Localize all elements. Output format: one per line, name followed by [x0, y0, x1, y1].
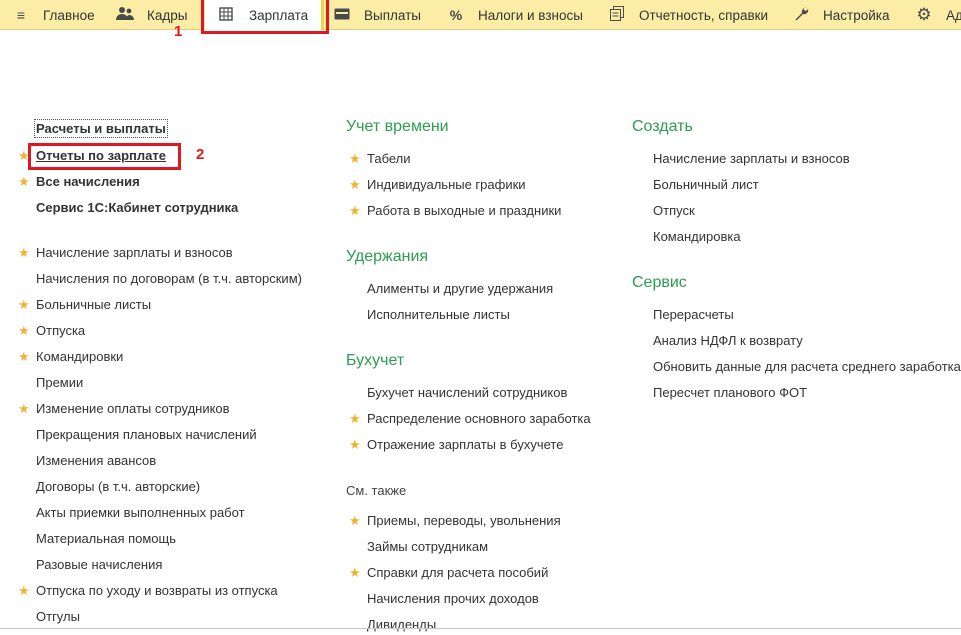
link-service-item[interactable]: Пересчет планового ФОТ	[653, 385, 807, 400]
gear-icon: ⚙	[916, 5, 932, 24]
link-left-item[interactable]: Договоры (в т.ч. авторские)	[36, 479, 200, 494]
section-title-deductions: Удержания	[346, 248, 429, 265]
link-middle-item[interactable]: Бухучет начислений сотрудников	[367, 385, 567, 400]
link-left-item[interactable]: Акты приемки выполненных работ	[36, 505, 245, 520]
tab-payments-label: Выплаты	[364, 7, 421, 23]
star-icon[interactable]: ★	[18, 401, 30, 417]
link-create-item[interactable]: Больничный лист	[653, 177, 759, 192]
link-left-item[interactable]: Материальная помощь	[36, 531, 176, 546]
link-see-also-item[interactable]: Справки для расчета пособий	[367, 565, 548, 580]
link-middle-item[interactable]: Табели	[367, 151, 411, 166]
link-employee-cabinet-service[interactable]: Сервис 1С:Кабинет сотрудника	[36, 200, 238, 215]
link-see-also-item[interactable]: Дивиденды	[367, 617, 436, 632]
link-create-item[interactable]: Командировка	[653, 229, 741, 244]
star-icon[interactable]: ★	[349, 177, 361, 193]
star-icon[interactable]: ★	[349, 203, 361, 219]
link-left-item[interactable]: Разовые начисления	[36, 557, 162, 572]
link-left-item[interactable]: Больничные листы	[36, 297, 151, 312]
section-title-service: Сервис	[632, 274, 687, 291]
tab-reports[interactable]: Отчетность, справки	[608, 0, 768, 30]
callout-number-1: 1	[174, 23, 183, 40]
documents-icon	[608, 6, 626, 24]
link-middle-item[interactable]: Алименты и другие удержания	[367, 281, 553, 296]
star-icon[interactable]: ★	[18, 245, 30, 261]
wallet-icon	[333, 7, 351, 23]
wrench-icon	[792, 6, 810, 24]
link-service-item[interactable]: Перерасчеты	[653, 307, 734, 322]
link-left-item[interactable]: Отпуска по уходу и возвраты из отпуска	[36, 583, 278, 598]
star-icon[interactable]: ★	[349, 437, 361, 453]
link-see-also-item[interactable]: Начисления прочих доходов	[367, 591, 539, 606]
tab-admin[interactable]: ⚙ Ад	[915, 0, 961, 30]
link-left-item[interactable]: Прекращения плановых начислений	[36, 427, 257, 442]
link-all-accruals[interactable]: Все начисления	[36, 174, 140, 189]
tab-settings[interactable]: Настройка	[792, 0, 889, 30]
star-icon[interactable]: ★	[349, 513, 361, 529]
tab-taxes-label: Налоги и взносы	[478, 7, 583, 23]
link-left-item[interactable]: Премии	[36, 375, 83, 390]
link-left-item[interactable]: Отгулы	[36, 609, 80, 624]
link-middle-item[interactable]: Работа в выходные и праздники	[367, 203, 561, 218]
bottom-divider	[0, 628, 961, 629]
link-middle-item[interactable]: Отражение зарплаты в бухучете	[367, 437, 563, 452]
hamburger-icon: ≡	[16, 7, 26, 23]
star-icon[interactable]: ★	[18, 323, 30, 339]
star-icon[interactable]: ★	[18, 297, 30, 313]
tab-admin-label: Ад	[946, 7, 961, 23]
link-middle-item[interactable]: Распределение основного заработка	[367, 411, 591, 426]
top-menu-bar: ≡ Главное Кадры Зарплата Выплаты % Налог…	[0, 0, 961, 30]
link-left-item[interactable]: Начисления по договорам (в т.ч. авторски…	[36, 271, 302, 286]
tab-settings-label: Настройка	[823, 7, 890, 23]
link-left-item[interactable]: Изменения авансов	[36, 453, 156, 468]
star-icon[interactable]: ★	[18, 174, 30, 190]
link-create-item[interactable]: Отпуск	[653, 203, 695, 218]
tab-taxes[interactable]: % Налоги и взносы	[447, 0, 583, 30]
section-title-time-tracking: Учет времени	[346, 118, 449, 135]
section-title-see-also: См. также	[346, 483, 407, 498]
link-salary-reports[interactable]: Отчеты по зарплате	[36, 148, 166, 163]
people-icon	[116, 6, 134, 24]
link-see-also-item[interactable]: Займы сотрудникам	[367, 539, 488, 554]
tab-reports-label: Отчетность, справки	[639, 7, 769, 23]
link-middle-item[interactable]: Индивидуальные графики	[367, 177, 526, 192]
percent-icon: %	[449, 7, 463, 23]
star-icon[interactable]: ★	[349, 151, 361, 167]
callout-number-2: 2	[196, 146, 205, 163]
tab-main[interactable]: ≡ Главное	[12, 0, 95, 30]
link-middle-item[interactable]: Исполнительные листы	[367, 307, 510, 322]
section-title-accounting: Бухучет	[346, 352, 405, 369]
star-icon[interactable]: ★	[349, 411, 361, 427]
tab-main-label: Главное	[43, 7, 95, 23]
link-service-item[interactable]: Анализ НДФЛ к возврату	[653, 333, 803, 348]
star-icon[interactable]: ★	[349, 565, 361, 581]
star-icon[interactable]: ★	[18, 148, 30, 164]
link-left-item[interactable]: Изменение оплаты сотрудников	[36, 401, 230, 416]
link-left-item[interactable]: Отпуска	[36, 323, 85, 338]
link-service-item[interactable]: Обновить данные для расчета среднего зар…	[653, 359, 961, 374]
section-title-create: Создать	[632, 118, 693, 135]
star-icon[interactable]: ★	[18, 349, 30, 365]
link-left-item[interactable]: Начисление зарплаты и взносов	[36, 245, 233, 260]
highlight-box-salary-tab	[201, 0, 329, 34]
link-see-also-item[interactable]: Приемы, переводы, увольнения	[367, 513, 561, 528]
star-icon[interactable]: ★	[18, 583, 30, 599]
tab-payments[interactable]: Выплаты	[333, 0, 421, 30]
link-calculations-payments[interactable]: Расчеты и выплаты	[34, 119, 168, 138]
link-create-item[interactable]: Начисление зарплаты и взносов	[653, 151, 850, 166]
tab-personnel-label: Кадры	[147, 7, 188, 23]
link-left-item[interactable]: Командировки	[36, 349, 123, 364]
